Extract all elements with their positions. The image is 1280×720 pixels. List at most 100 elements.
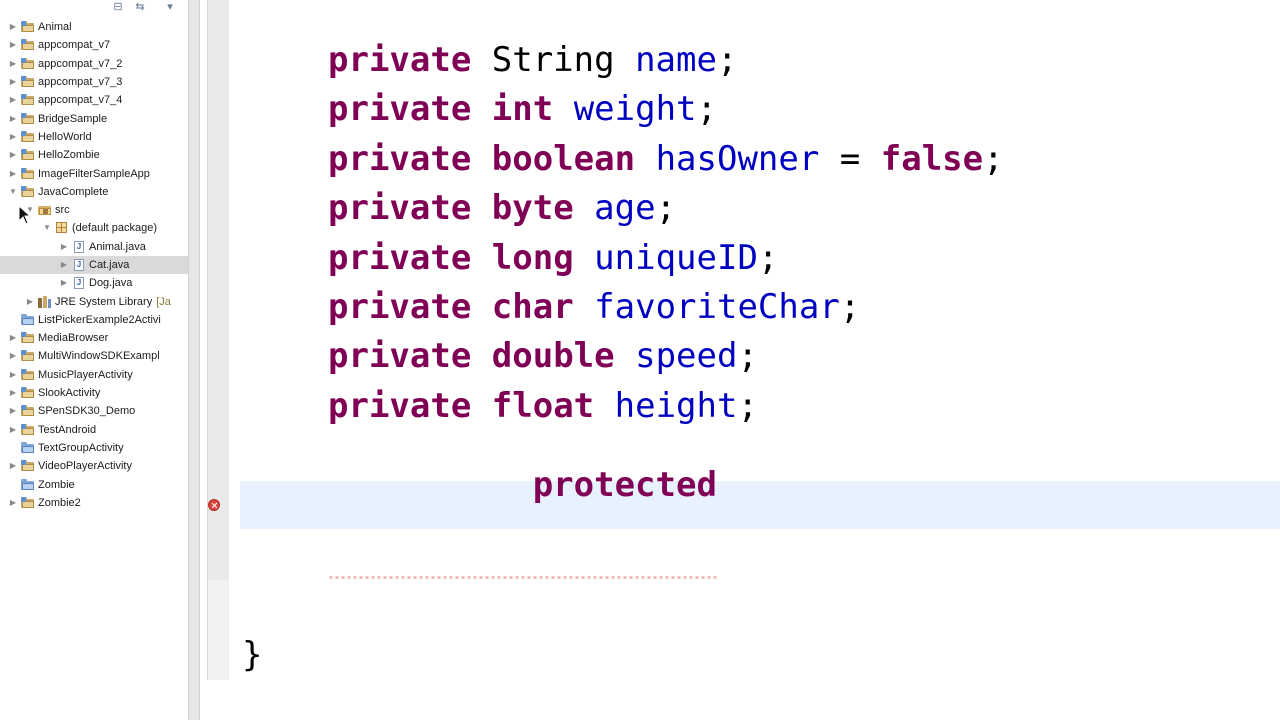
tree-item[interactable]: ▶ appcompat_v7 — [0, 36, 188, 54]
tree-item[interactable]: ▶ J Dog.java — [0, 274, 188, 292]
code-line-current[interactable]: protected — [328, 465, 717, 579]
expand-right-icon[interactable]: ▶ — [8, 150, 18, 160]
tree-item[interactable]: ▶ appcompat_v7_4 — [0, 91, 188, 109]
tree-item[interactable]: ▶ HelloWorld — [0, 128, 188, 146]
tree-item-label: appcompat_v7_4 — [38, 94, 123, 107]
tree-item[interactable]: ▶ HelloZombie — [0, 146, 188, 164]
link-with-editor-icon[interactable]: ⇆ — [134, 1, 146, 13]
expand-right-icon[interactable]: ▶ — [8, 77, 18, 87]
expand-right-icon[interactable]: ▶ — [8, 333, 18, 343]
tree-item-label: HelloZombie — [38, 149, 100, 162]
expand-right-icon[interactable]: ▶ — [8, 114, 18, 124]
expand-right-icon[interactable]: ▶ — [8, 95, 18, 105]
tree-item-label: ListPickerExample2Activi — [38, 313, 161, 326]
expand-right-icon[interactable]: ▶ — [8, 22, 18, 32]
tree-item-label: appcompat_v7 — [38, 39, 111, 52]
package-explorer: ⊟ ⇆ ▾ ▶ Animal ▶ appcompat_v7 ▶ appcompat_v7_… — [0, 0, 188, 720]
project-icon — [21, 167, 35, 180]
expand-right-icon[interactable]: ▶ — [8, 406, 18, 416]
code-line[interactable]: private int weight; — [328, 84, 717, 134]
tree-item-label: Cat.java — [89, 259, 130, 271]
expand-right-icon[interactable]: ▶ — [59, 278, 69, 288]
tree-item-label: appcompat_v7_2 — [38, 57, 123, 70]
expand-right-icon[interactable]: ▶ — [8, 425, 18, 435]
code-line[interactable]: private float height; — [328, 381, 758, 431]
code-token: ; — [757, 238, 779, 278]
keyword-token: private — [328, 287, 472, 327]
folder-icon — [21, 441, 35, 454]
tree-item-label: JavaComplete — [38, 185, 109, 198]
expand-down-icon[interactable]: ▼ — [42, 223, 52, 233]
view-menu-icon[interactable]: ▾ — [164, 1, 176, 13]
code-area[interactable]: protected } private String name; private … — [240, 0, 1280, 720]
expand-right-icon[interactable]: ▶ — [8, 59, 18, 69]
expand-right-icon[interactable]: ▶ — [8, 498, 18, 508]
tree-item[interactable]: ▶ Animal — [0, 18, 188, 36]
tree-item[interactable]: ▶ListPickerExample2Activi — [0, 311, 188, 329]
error-marker-icon[interactable] — [208, 499, 220, 511]
code-token: ; — [716, 40, 738, 80]
keyword-token: byte — [491, 188, 574, 228]
tree-item[interactable]: ▶ MultiWindowSDKExampl — [0, 347, 188, 365]
field-token: uniqueID — [594, 238, 758, 278]
view-splitter[interactable] — [188, 0, 200, 720]
folder-icon — [21, 478, 35, 491]
code-line[interactable]: private boolean hasOwner = false; — [328, 134, 1004, 184]
keyword-token: private — [328, 139, 472, 179]
field-token: name — [635, 40, 717, 80]
expand-right-icon[interactable]: ▶ — [8, 370, 18, 380]
keyword-token: int — [491, 89, 554, 129]
collapse-all-icon[interactable]: ⊟ — [112, 1, 124, 13]
expand-right-icon[interactable]: ▶ — [25, 297, 35, 307]
java-icon: J — [72, 259, 86, 271]
tree-item[interactable]: ▶TextGroupActivity — [0, 439, 188, 457]
code-line[interactable]: private String name; — [328, 35, 737, 85]
code-line[interactable]: private double speed; — [328, 331, 758, 381]
expand-right-icon[interactable]: ▶ — [59, 260, 69, 270]
code-token: = — [819, 139, 881, 179]
java-editor[interactable]: protected } private String name; private … — [200, 0, 1280, 720]
expand-right-icon[interactable]: ▶ — [8, 40, 18, 50]
expand-right-icon[interactable]: ▶ — [8, 388, 18, 398]
keyword-token: private — [328, 188, 472, 228]
expand-right-icon[interactable]: ▶ — [8, 169, 18, 179]
keyword-token: char — [491, 287, 574, 327]
package-icon — [55, 222, 69, 234]
project-icon — [21, 130, 35, 143]
tree-item[interactable]: ▶Zombie — [0, 475, 188, 493]
tree-item[interactable]: ▶ SlookActivity — [0, 384, 188, 402]
tree-item[interactable]: ▶ TestAndroid — [0, 421, 188, 439]
expand-right-icon[interactable]: ▶ — [59, 242, 69, 252]
expand-right-icon[interactable]: ▶ — [8, 351, 18, 361]
eclipse-window: ⊟ ⇆ ▾ ▶ Animal ▶ appcompat_v7 ▶ appcompat_v7_… — [0, 0, 1280, 720]
expand-down-icon[interactable]: ▼ — [8, 187, 18, 197]
tree-item[interactable]: ▶ ImageFilterSampleApp — [0, 164, 188, 182]
keyword-token: float — [491, 386, 595, 426]
tree-item[interactable]: ▶ MediaBrowser — [0, 329, 188, 347]
project-icon — [21, 76, 35, 88]
code-line[interactable]: private long uniqueID; — [328, 233, 778, 283]
tree-item[interactable]: ▼ JavaComplete — [0, 183, 188, 201]
expand-right-icon[interactable]: ▶ — [8, 132, 18, 142]
code-token: ; — [839, 287, 861, 327]
tree-item[interactable]: ▶ SPenSDK30_Demo — [0, 402, 188, 420]
code-line[interactable]: private char favoriteChar; — [328, 282, 860, 332]
tree-item-label: Animal — [38, 21, 72, 34]
code-token: String — [471, 40, 636, 80]
tree-item[interactable]: ▶ MusicPlayerActivity — [0, 366, 188, 384]
folder-icon — [21, 313, 35, 326]
tree-item[interactable]: ▶ VideoPlayerActivity — [0, 457, 188, 475]
tree-item[interactable]: ▶ BridgeSample — [0, 109, 188, 127]
tree-item[interactable]: ▶ JRE System Library [Ja — [0, 292, 188, 310]
tree-item[interactable]: ▶ J Cat.java — [0, 255, 188, 275]
code-line[interactable]: private byte age; — [328, 183, 676, 233]
tree-item-label: SlookActivity — [38, 387, 101, 400]
tree-item[interactable]: ▶ Zombie2 — [0, 494, 188, 512]
tree-item-suffix: [Ja — [156, 295, 171, 308]
tree-item[interactable]: ▶ appcompat_v7_2 — [0, 55, 188, 73]
expand-right-icon[interactable]: ▶ — [8, 461, 18, 471]
tree-item[interactable]: ▶ J Animal.java — [0, 238, 188, 256]
overview-ruler-strip-lower — [208, 580, 229, 680]
tree-item[interactable]: ▶ appcompat_v7_3 — [0, 73, 188, 91]
